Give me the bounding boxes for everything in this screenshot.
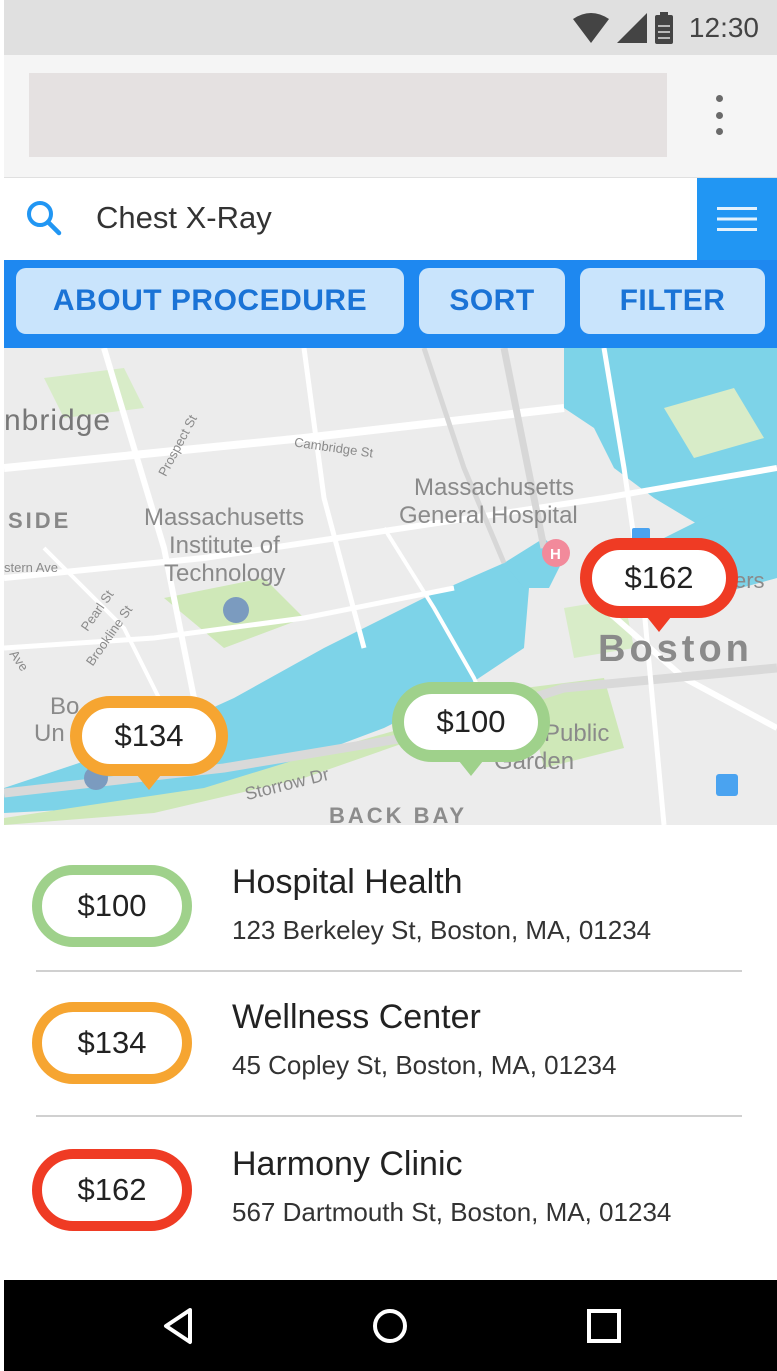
provider-address: 45 Copley St, Boston, MA, 01234 — [232, 1050, 617, 1080]
list-item[interactable]: $162 Harmony Clinic 567 Dartmouth St, Bo… — [4, 1115, 777, 1255]
url-bar[interactable] — [29, 73, 667, 157]
map-pin-134[interactable]: $134 — [70, 696, 228, 800]
menu-dot — [715, 95, 723, 102]
map-label: ers — [734, 568, 765, 593]
map-label: General Hospital — [399, 502, 578, 529]
provider-name: Hospital Health — [232, 863, 463, 901]
browser-bar — [4, 55, 777, 178]
price-badge: $100 — [32, 865, 192, 947]
menu-dot — [715, 111, 723, 119]
cellular-signal-icon — [616, 13, 647, 43]
map-label: BACK BAY — [329, 803, 468, 825]
provider-address: 123 Berkeley St, Boston, MA, 01234 — [232, 915, 652, 945]
vertical-dots-icon[interactable] — [713, 95, 725, 135]
map[interactable]: H nbridge Prospect St Cambridge St Massa… — [4, 348, 777, 825]
map-label: Massachusetts — [414, 474, 575, 501]
android-nav-bar — [4, 1280, 777, 1371]
results-list: $100 Hospital Health 123 Berkeley St, Bo… — [4, 825, 777, 1280]
provider-name: Wellness Center — [232, 998, 481, 1036]
pin-price: $162 — [580, 538, 738, 618]
status-bar: 12:30 — [4, 0, 777, 55]
sort-button[interactable]: SORT — [419, 268, 565, 334]
map-label: Massachusetts — [144, 504, 305, 531]
status-icons: 12:30 — [572, 10, 759, 46]
map-label: SIDE — [8, 508, 72, 533]
map-label: nbridge — [4, 404, 112, 437]
wifi-icon — [572, 13, 609, 43]
list-item[interactable]: $100 Hospital Health 123 Berkeley St, Bo… — [4, 825, 777, 965]
provider-name: Harmony Clinic — [232, 1145, 463, 1183]
map-label: Public — [544, 720, 610, 747]
map-label: Institute of — [169, 532, 280, 559]
filter-button[interactable]: FILTER — [580, 268, 765, 334]
search-row — [4, 178, 777, 260]
search-icon[interactable] — [24, 198, 64, 238]
about-procedure-label: ABOUT PROCEDURE — [52, 284, 368, 317]
map-label: stern Ave — [4, 560, 58, 575]
about-procedure-button[interactable]: ABOUT PROCEDURE — [16, 268, 404, 334]
recents-square-icon[interactable] — [580, 1302, 628, 1350]
svg-text:H: H — [550, 546, 561, 563]
map-label: Un — [34, 720, 65, 747]
pin-price: $100 — [392, 682, 550, 762]
search-input[interactable] — [96, 190, 676, 246]
price-badge: $162 — [32, 1149, 192, 1231]
provider-address: 567 Dartmouth St, Boston, MA, 01234 — [232, 1197, 672, 1227]
status-time: 12:30 — [688, 12, 759, 43]
home-circle-icon[interactable] — [366, 1302, 414, 1350]
map-pin-100[interactable]: $100 — [392, 682, 550, 786]
battery-icon — [654, 12, 673, 44]
sort-label: SORT — [449, 284, 535, 317]
price-badge: $134 — [32, 1002, 192, 1084]
map-label: Technology — [164, 560, 286, 587]
action-bar: ABOUT PROCEDURE SORT FILTER — [4, 260, 777, 348]
hamburger-menu-button[interactable] — [697, 178, 777, 260]
filter-label: FILTER — [619, 284, 726, 317]
pin-price: $134 — [70, 696, 228, 776]
map-pin-162[interactable]: $162 — [580, 538, 738, 642]
menu-dot — [715, 128, 723, 135]
back-triangle-icon[interactable] — [154, 1302, 202, 1350]
list-item[interactable]: $134 Wellness Center 45 Copley St, Bosto… — [4, 970, 777, 1110]
hamburger-menu-icon — [717, 207, 757, 231]
